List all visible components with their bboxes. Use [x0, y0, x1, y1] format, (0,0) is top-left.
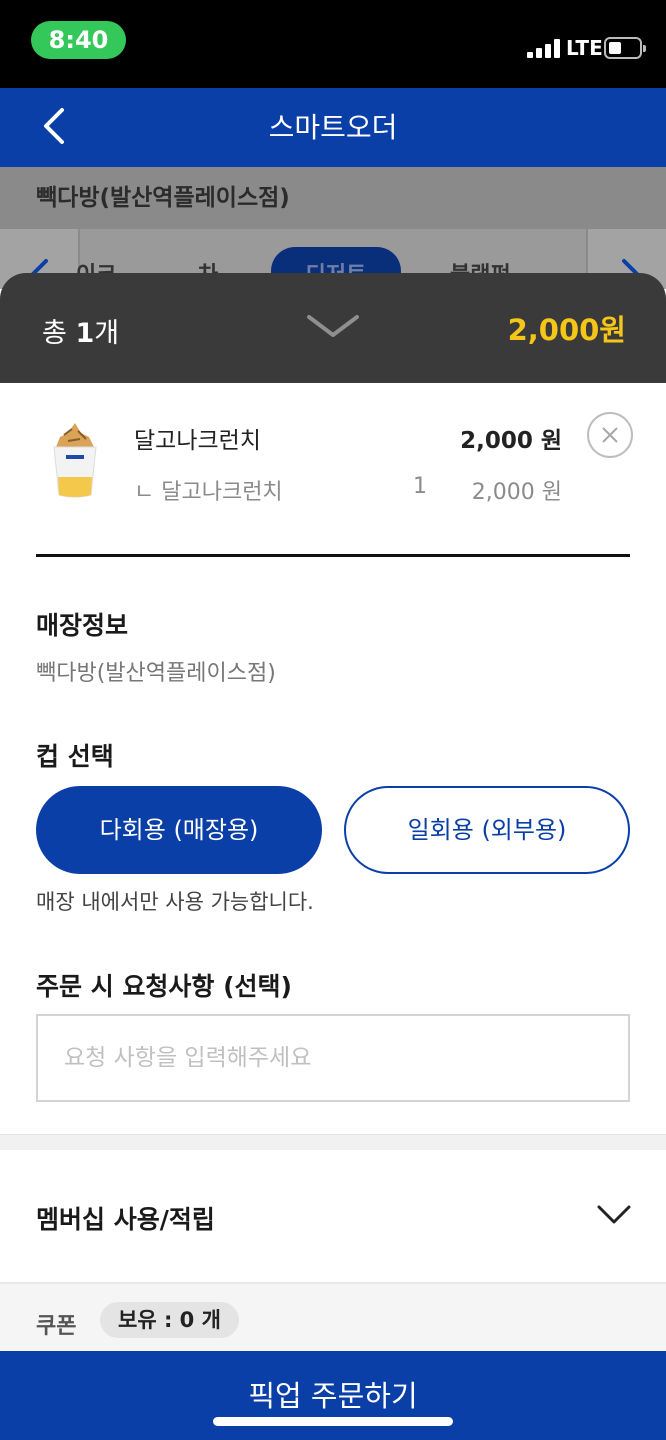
- close-icon: [602, 427, 618, 443]
- request-title: 주문 시 요청사항 (선택): [36, 972, 292, 1001]
- disposable-cup-button[interactable]: 일회용 (외부용): [344, 786, 630, 874]
- section-separator: [0, 1134, 666, 1150]
- status-bar: 8:40 LTE: [0, 0, 666, 88]
- home-indicator: [213, 1417, 453, 1426]
- back-arrow-icon[interactable]: [36, 106, 76, 146]
- store-info-title: 매장정보: [36, 611, 129, 640]
- item-option-price: 2,000 원: [471, 480, 562, 505]
- summary-total: 2,000원: [507, 313, 626, 347]
- cart-item: 달고나크런치 2,000 원 ㄴ 달고나크런치 1 2,000 원: [0, 383, 666, 558]
- order-summary-bar[interactable]: 총 1개 2,000원: [0, 273, 666, 383]
- coupon-count-badge: 보유 : 0 개: [100, 1302, 239, 1338]
- membership-title: 멤버십 사용/적립: [36, 1205, 215, 1234]
- signal-icon: [527, 38, 561, 58]
- dalgona-crunch-cup-icon: [53, 423, 97, 498]
- cup-note: 매장 내에서만 사용 가능합니다.: [36, 890, 314, 914]
- coupon-label: 쿠폰: [36, 1314, 77, 1339]
- chevron-down-icon[interactable]: [306, 313, 360, 341]
- item-option-name: ㄴ 달고나크런치: [134, 480, 283, 505]
- store-bar: 빽다방(발산역플레이스점): [0, 167, 666, 229]
- network-label: LTE: [566, 36, 603, 60]
- item-price: 2,000 원: [460, 428, 562, 454]
- remove-item-button[interactable]: [587, 412, 633, 458]
- app-header: 스마트오더: [0, 88, 666, 167]
- store-info-value: 빽다방(발산역플레이스점): [36, 661, 276, 686]
- pickup-order-button[interactable]: 픽업 주문하기: [0, 1351, 666, 1440]
- item-name: 달고나크런치: [134, 428, 261, 454]
- order-sheet: 달고나크런치 2,000 원 ㄴ 달고나크런치 1 2,000 원 매장정보 빽…: [0, 383, 666, 1440]
- summary-count: 총 1개: [42, 318, 120, 349]
- divider: [36, 554, 630, 557]
- battery-icon: [604, 37, 646, 59]
- chevron-down-icon: [597, 1205, 631, 1224]
- item-option-qty: 1: [413, 474, 427, 499]
- cup-select-title: 컵 선택: [36, 742, 114, 771]
- reusable-cup-button[interactable]: 다회용 (매장용): [36, 786, 322, 874]
- request-input[interactable]: [36, 1014, 630, 1102]
- store-name: 빽다방(발산역플레이스점): [36, 185, 290, 211]
- membership-accordion[interactable]: 멤버십 사용/적립: [0, 1150, 666, 1284]
- status-time: 8:40: [31, 21, 126, 59]
- page-title: 스마트오더: [268, 111, 398, 144]
- coupon-row: 쿠폰 보유 : 0 개: [0, 1284, 666, 1354]
